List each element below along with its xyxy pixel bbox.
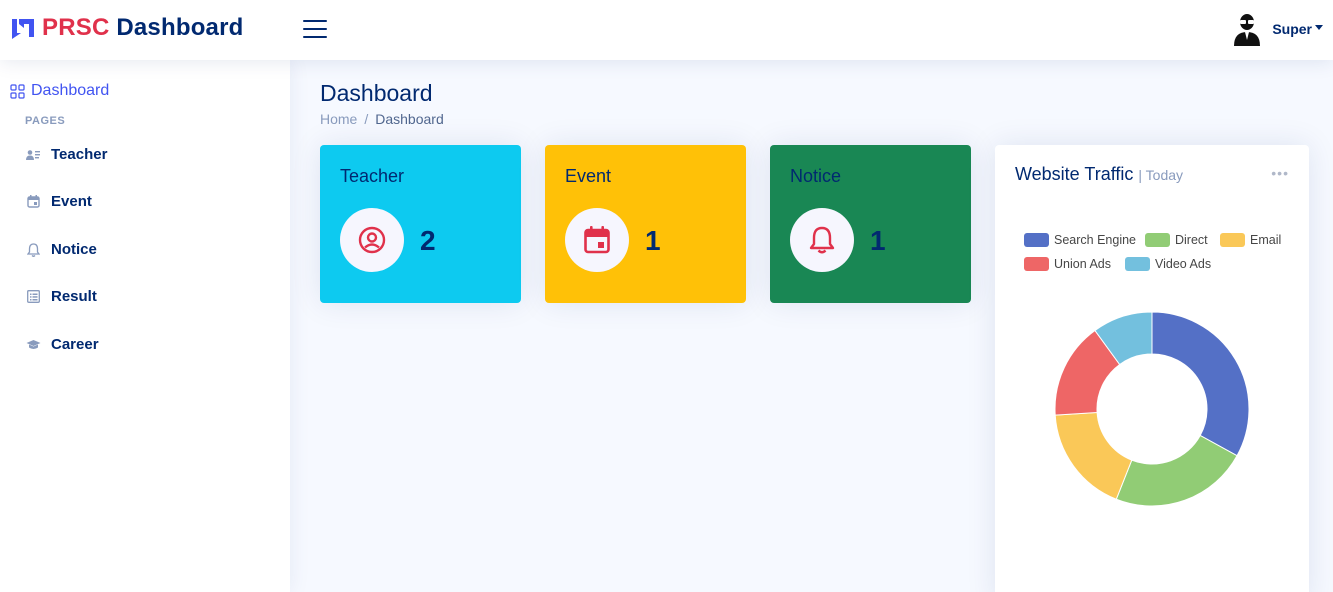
sidebar: Dashboard PAGES Teacher Event Notice Res…: [0, 60, 290, 592]
bell-icon: [790, 208, 854, 272]
breadcrumb-separator: /: [364, 111, 369, 127]
sidebar-item-label: Dashboard: [31, 82, 110, 99]
card-value: 2: [420, 225, 436, 256]
sidebar-item-career[interactable]: Career: [25, 336, 99, 353]
list-icon: [25, 289, 41, 305]
card-teacher[interactable]: Teacher 2: [320, 145, 521, 303]
sidebar-item-event[interactable]: Event: [25, 193, 92, 210]
avatar[interactable]: [1232, 12, 1262, 46]
card-event[interactable]: Event 1: [545, 145, 746, 303]
card-title: Event: [565, 166, 612, 186]
traffic-donut-chart: [1054, 311, 1250, 507]
person-circle-icon: [340, 208, 404, 272]
card-notice[interactable]: Notice 1: [770, 145, 971, 303]
sidebar-item-label: Result: [51, 288, 97, 305]
calendar-event-icon: [565, 208, 629, 272]
top-header: PRSC Dashboard Super: [0, 0, 1333, 60]
grid-icon: [10, 83, 25, 99]
donut-slice[interactable]: [1151, 311, 1250, 457]
sidebar-section-heading: PAGES: [25, 115, 66, 127]
sidebar-item-dashboard[interactable]: Dashboard: [10, 82, 109, 100]
profile-dropdown[interactable]: Super: [1232, 12, 1323, 46]
card-title: Notice: [790, 166, 842, 186]
breadcrumb-home-link[interactable]: Home: [320, 111, 357, 127]
sidebar-item-label: Notice: [51, 241, 97, 258]
sidebar-item-label: Event: [51, 193, 92, 210]
bell-icon: [25, 242, 41, 258]
logo-text: PRSC Dashboard: [42, 14, 244, 42]
logo[interactable]: PRSC Dashboard: [10, 14, 244, 42]
logo-accent-text: PRSC: [42, 14, 110, 41]
mortarboard-icon: [25, 337, 41, 353]
page-title: Dashboard: [320, 80, 433, 106]
breadcrumb-current: Dashboard: [375, 111, 444, 127]
website-traffic-card: Website Traffic | Today ••• Search Engin…: [995, 145, 1309, 592]
person-lines-icon: [25, 147, 41, 163]
sidebar-item-teacher[interactable]: Teacher: [25, 146, 107, 163]
sidebar-item-label: Career: [51, 336, 99, 353]
logo-mark-icon: [12, 19, 34, 39]
calendar-icon: [25, 194, 41, 210]
breadcrumb: Home / Dashboard: [320, 111, 444, 127]
card-value: 1: [645, 225, 661, 256]
donut-slice[interactable]: [1054, 411, 1133, 500]
user-name[interactable]: Super: [1272, 21, 1312, 37]
card-value: 1: [870, 225, 886, 256]
card-title: Teacher: [340, 166, 405, 186]
logo-rest-text: Dashboard: [109, 14, 244, 41]
menu-toggle-icon[interactable]: [303, 18, 329, 40]
sidebar-item-label: Teacher: [51, 146, 108, 163]
chevron-down-icon[interactable]: [1315, 24, 1323, 30]
donut-slice[interactable]: [1115, 434, 1238, 507]
sidebar-item-result[interactable]: Result: [25, 288, 97, 305]
sidebar-item-notice[interactable]: Notice: [25, 241, 97, 258]
